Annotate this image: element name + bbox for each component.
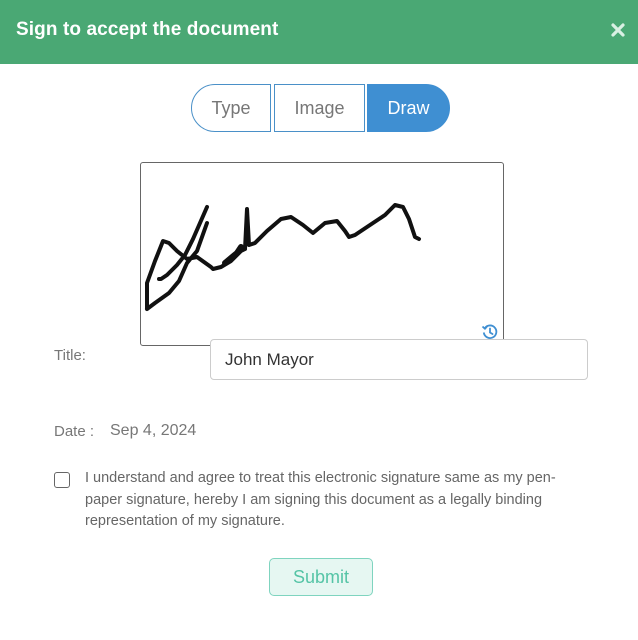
modal-title: Sign to accept the document bbox=[16, 19, 279, 40]
close-icon[interactable] bbox=[610, 22, 626, 38]
tab-draw[interactable]: Draw bbox=[367, 84, 450, 132]
signature-mode-tabs: Type Image Draw bbox=[191, 84, 450, 132]
agree-checkbox[interactable] bbox=[54, 472, 70, 488]
signature-drawing bbox=[145, 203, 421, 311]
title-input[interactable] bbox=[210, 339, 588, 380]
tab-type[interactable]: Type bbox=[191, 84, 271, 132]
title-label: Title: bbox=[54, 347, 86, 364]
tab-image[interactable]: Image bbox=[274, 84, 365, 132]
signature-canvas[interactable] bbox=[140, 162, 504, 346]
agreement-text: I understand and agree to treat this ele… bbox=[85, 470, 556, 529]
modal-header: Sign to accept the document bbox=[0, 0, 638, 64]
date-label: Date : bbox=[54, 423, 95, 440]
submit-button[interactable]: Submit bbox=[269, 558, 373, 596]
date-value: Sep 4, 2024 bbox=[110, 422, 197, 439]
